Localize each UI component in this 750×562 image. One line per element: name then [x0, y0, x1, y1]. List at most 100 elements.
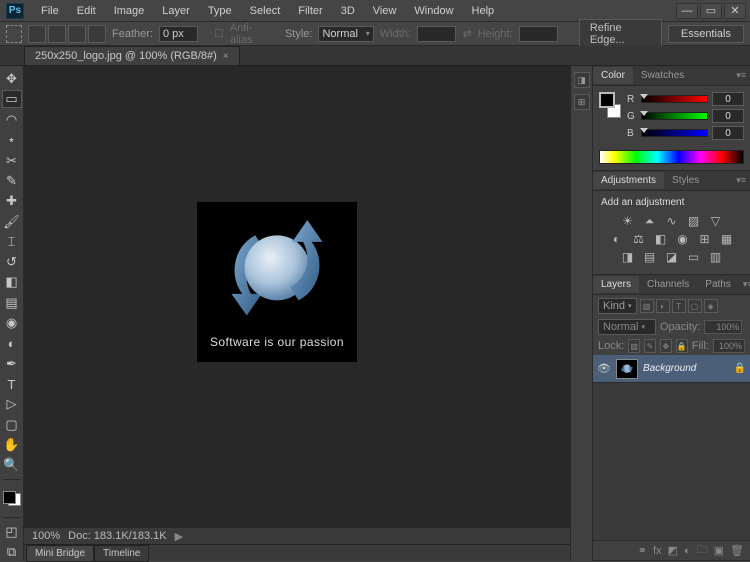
filter-smart-icon[interactable]: ◈	[704, 299, 718, 313]
menu-edit[interactable]: Edit	[68, 2, 105, 20]
delete-layer-icon[interactable]: 🗑	[730, 544, 744, 557]
link-layers-icon[interactable]: ⚭	[638, 544, 647, 557]
opacity-input[interactable]: 100%	[704, 320, 742, 334]
adj-colorbal-icon[interactable]: ⚖	[631, 232, 647, 246]
crop-tool-icon[interactable]: ✂	[2, 152, 22, 169]
visibility-toggle-icon[interactable]: 👁	[597, 362, 611, 375]
color-panel-menu-icon[interactable]: ▾≡	[732, 70, 750, 81]
quickmask-icon[interactable]: ◰	[2, 523, 22, 540]
adj-hue-icon[interactable]: ◐	[609, 232, 625, 246]
healing-tool-icon[interactable]: ✚	[2, 193, 22, 210]
history-brush-icon[interactable]: ↺	[2, 254, 22, 271]
fg-bg-swatch[interactable]	[3, 491, 21, 507]
menu-window[interactable]: Window	[405, 2, 462, 20]
blur-tool-icon[interactable]: ◉	[2, 314, 22, 331]
sel-new-icon[interactable]	[28, 25, 46, 43]
window-minimize[interactable]: —	[676, 3, 698, 19]
lock-trans-icon[interactable]: ▨	[628, 339, 640, 353]
dock-properties-icon[interactable]: ⊞	[574, 94, 590, 110]
fill-input[interactable]: 100%	[713, 339, 745, 353]
canvas[interactable]: Software is our passion	[24, 66, 570, 527]
doc-info[interactable]: Doc: 183.1K/183.1K	[68, 530, 166, 542]
blend-mode-dropdown[interactable]: Normal	[598, 319, 656, 335]
menu-layer[interactable]: Layer	[153, 2, 199, 20]
hand-tool-icon[interactable]: ✋	[2, 436, 22, 453]
marquee-tool-icon[interactable]: ▭	[2, 90, 22, 108]
adj-curves-icon[interactable]: ∿	[664, 214, 680, 228]
g-slider[interactable]	[641, 112, 708, 120]
adj-bw-icon[interactable]: ◧	[653, 232, 669, 246]
menu-filter[interactable]: Filter	[289, 2, 331, 20]
new-layer-icon[interactable]: ▣	[714, 544, 724, 557]
menu-view[interactable]: View	[364, 2, 406, 20]
shape-tool-icon[interactable]: ▢	[2, 416, 22, 433]
layer-row[interactable]: 👁 Background 🔒	[593, 355, 750, 383]
adj-panel-menu-icon[interactable]: ▾≡	[732, 175, 750, 186]
adj-selcolor-icon[interactable]: ▥	[708, 250, 724, 264]
lasso-tool-icon[interactable]: ◠	[2, 111, 22, 128]
document-tab[interactable]: 250x250_logo.jpg @ 100% (RGB/8#) ×	[24, 46, 240, 65]
adj-levels-icon[interactable]: ⏶	[642, 214, 658, 228]
layers-tab[interactable]: Layers	[593, 276, 639, 293]
lock-all-icon[interactable]: 🔒	[676, 339, 688, 353]
menu-3d[interactable]: 3D	[332, 2, 364, 20]
filter-shape-icon[interactable]: ▢	[688, 299, 702, 313]
fx-icon[interactable]: fx	[653, 545, 662, 557]
sel-subtract-icon[interactable]	[68, 25, 86, 43]
adj-brightness-icon[interactable]: ☀	[620, 214, 636, 228]
adj-invert-icon[interactable]: ◨	[620, 250, 636, 264]
gradient-tool-icon[interactable]: ▤	[2, 294, 22, 311]
zoom-level[interactable]: 100%	[32, 530, 60, 542]
zoom-tool-icon[interactable]: 🔍	[2, 457, 22, 474]
timeline-tab[interactable]: Timeline	[94, 545, 149, 562]
lock-pos-icon[interactable]: ✥	[660, 339, 672, 353]
tool-preset-icon[interactable]	[6, 25, 22, 43]
pen-tool-icon[interactable]: ✒	[2, 355, 22, 372]
move-tool-icon[interactable]: ✥	[2, 70, 22, 87]
channels-tab[interactable]: Channels	[639, 276, 697, 293]
menu-select[interactable]: Select	[241, 2, 290, 20]
adj-lookup-icon[interactable]: ▦	[719, 232, 735, 246]
window-maximize[interactable]: ▭	[700, 3, 722, 19]
mask-icon[interactable]: ◩	[668, 544, 678, 557]
adj-exposure-icon[interactable]: ▨	[686, 214, 702, 228]
eraser-tool-icon[interactable]: ◧	[2, 274, 22, 291]
adj-vibrance-icon[interactable]: ▽	[708, 214, 724, 228]
r-value[interactable]: 0	[712, 92, 744, 106]
menu-image[interactable]: Image	[105, 2, 154, 20]
group-icon[interactable]: 🗀	[697, 541, 708, 560]
menu-help[interactable]: Help	[463, 2, 504, 20]
swatches-tab[interactable]: Swatches	[633, 67, 692, 84]
b-value[interactable]: 0	[712, 126, 744, 140]
path-tool-icon[interactable]: ▷	[2, 396, 22, 413]
menu-type[interactable]: Type	[199, 2, 241, 20]
adj-mixer-icon[interactable]: ⊞	[697, 232, 713, 246]
layer-name[interactable]: Background	[643, 363, 729, 374]
anti-alias-checkbox[interactable]: ☐	[214, 27, 224, 40]
layer-thumbnail[interactable]	[616, 359, 638, 379]
adjustments-tab[interactable]: Adjustments	[593, 172, 664, 189]
screenmode-icon[interactable]: ⧉	[2, 544, 22, 561]
filter-pixel-icon[interactable]: ▨	[640, 299, 654, 313]
g-value[interactable]: 0	[712, 109, 744, 123]
layers-panel-menu-icon[interactable]: ▾≡	[739, 279, 750, 290]
adj-threshold-icon[interactable]: ◪	[664, 250, 680, 264]
sel-intersect-icon[interactable]	[88, 25, 106, 43]
style-dropdown[interactable]: Normal	[318, 26, 373, 42]
paths-tab[interactable]: Paths	[697, 276, 739, 293]
close-tab-icon[interactable]: ×	[223, 51, 229, 62]
filter-kind-dropdown[interactable]: Kind	[598, 298, 637, 314]
menu-file[interactable]: File	[32, 2, 68, 20]
type-tool-icon[interactable]: T	[2, 375, 22, 392]
sel-add-icon[interactable]	[48, 25, 66, 43]
minibridge-tab[interactable]: Mini Bridge	[26, 545, 94, 562]
lock-pixels-icon[interactable]: ✎	[644, 339, 656, 353]
color-swatch[interactable]	[599, 92, 621, 118]
adj-poster-icon[interactable]: ▤	[642, 250, 658, 264]
brush-tool-icon[interactable]: 🖌	[2, 213, 22, 230]
color-tab[interactable]: Color	[593, 67, 633, 84]
adj-gradmap-icon[interactable]: ▭	[686, 250, 702, 264]
color-spectrum[interactable]	[599, 150, 744, 164]
feather-input[interactable]: 0 px	[159, 26, 199, 42]
workspace-switcher[interactable]: Essentials	[668, 25, 744, 43]
